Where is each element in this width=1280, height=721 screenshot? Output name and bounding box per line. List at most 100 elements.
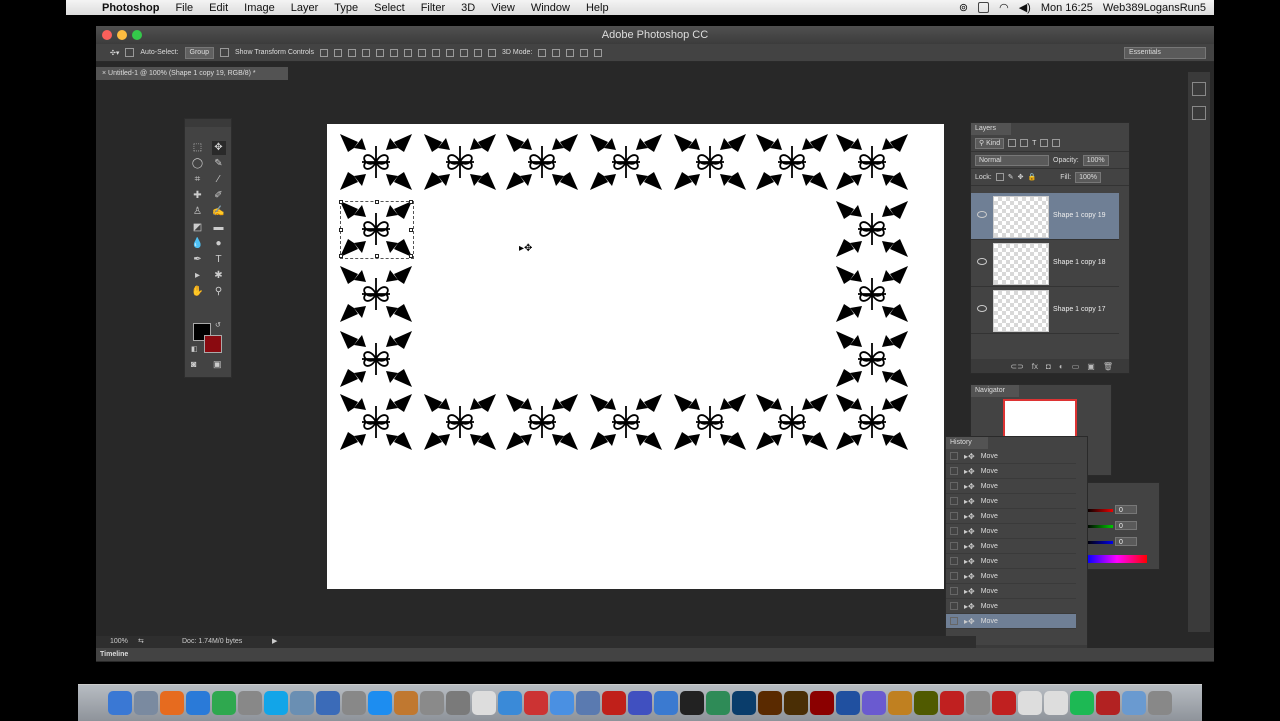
align-left-icon[interactable] bbox=[361, 48, 370, 57]
history-panel-icon[interactable] bbox=[1192, 82, 1206, 96]
tools-panel-header[interactable] bbox=[185, 119, 231, 127]
default-colors-icon[interactable]: ◧ bbox=[191, 345, 198, 353]
distribute-left-icon[interactable] bbox=[445, 48, 454, 57]
history-item[interactable]: ▸✥ Move bbox=[946, 599, 1076, 614]
visibility-eye-icon[interactable] bbox=[977, 258, 987, 265]
move-tool-icon[interactable]: ✥ bbox=[211, 141, 226, 155]
green-slider[interactable] bbox=[1087, 525, 1113, 528]
dock-photo-booth-icon[interactable] bbox=[238, 691, 262, 715]
dock-chrome-icon[interactable] bbox=[212, 691, 236, 715]
user-name[interactable]: Web389LogansRun5 bbox=[1103, 2, 1206, 14]
layers-tab[interactable]: Layers bbox=[971, 123, 1011, 135]
dock-doc-icon[interactable] bbox=[472, 691, 496, 715]
history-item[interactable]: ▸✥ Move bbox=[946, 494, 1076, 509]
dock-pencil-icon[interactable] bbox=[576, 691, 600, 715]
history-item[interactable]: ▸✥ Move bbox=[946, 554, 1076, 569]
distribute-right-icon[interactable] bbox=[473, 48, 482, 57]
layer-row[interactable]: Shape 1 copy 17 bbox=[971, 287, 1119, 334]
export-icon[interactable]: ⇆ bbox=[138, 636, 144, 648]
red-value[interactable]: 0 bbox=[1115, 505, 1137, 514]
history-item[interactable]: ▸✥ Move bbox=[946, 449, 1076, 464]
3d-slide-icon[interactable] bbox=[580, 48, 589, 57]
distribute-middle-icon[interactable] bbox=[417, 48, 426, 57]
filter-adjust-icon[interactable] bbox=[1020, 139, 1029, 147]
timeline-panel[interactable]: Timeline bbox=[96, 648, 1214, 661]
app-menu[interactable]: Photoshop bbox=[94, 2, 167, 14]
align-top-icon[interactable] bbox=[319, 48, 328, 57]
align-right-icon[interactable] bbox=[389, 48, 398, 57]
history-item[interactable]: ▸✥ Move bbox=[946, 614, 1076, 629]
dock-preview-icon[interactable] bbox=[290, 691, 314, 715]
layer-name[interactable]: Shape 1 copy 18 bbox=[1053, 259, 1106, 266]
history-item[interactable]: ▸✥ Move bbox=[946, 509, 1076, 524]
new-layer-icon[interactable]: ▣ bbox=[1087, 362, 1095, 371]
dock-safari-icon[interactable] bbox=[186, 691, 210, 715]
navigator-tab[interactable]: Navigator bbox=[971, 385, 1019, 397]
zoom-window-button[interactable] bbox=[132, 30, 142, 40]
layer-row[interactable]: Shape 1 copy 19 bbox=[971, 193, 1119, 240]
history-source-box[interactable] bbox=[950, 527, 958, 535]
history-item[interactable]: ▸✥ Move bbox=[946, 539, 1076, 554]
history-source-box[interactable] bbox=[950, 557, 958, 565]
3d-rotate-icon[interactable] bbox=[538, 48, 547, 57]
green-value[interactable]: 0 bbox=[1115, 521, 1137, 530]
dock-preview2-icon[interactable] bbox=[966, 691, 990, 715]
lock-position-icon[interactable]: ✥ bbox=[1018, 173, 1024, 181]
history-source-box[interactable] bbox=[950, 587, 958, 595]
add-mask-icon[interactable]: ◘ bbox=[1046, 362, 1051, 371]
lasso-tool-icon[interactable]: ◯ bbox=[191, 157, 205, 171]
volume-icon[interactable]: ◀) bbox=[1019, 1, 1031, 14]
adjustment-layer-icon[interactable]: ◐ bbox=[1059, 362, 1064, 371]
dock-xcode-icon[interactable] bbox=[316, 691, 340, 715]
dock-safari2-icon[interactable] bbox=[498, 691, 522, 715]
properties-panel-icon[interactable] bbox=[1192, 106, 1206, 120]
history-source-box[interactable] bbox=[950, 542, 958, 550]
dock-skype-icon[interactable] bbox=[264, 691, 288, 715]
dock-kindle-icon[interactable] bbox=[680, 691, 704, 715]
dock-script-icon[interactable] bbox=[446, 691, 470, 715]
layer-name[interactable]: Shape 1 copy 19 bbox=[1053, 212, 1106, 219]
crop-tool-icon[interactable]: ⌗ bbox=[191, 173, 205, 187]
history-source-box[interactable] bbox=[950, 467, 958, 475]
delete-layer-icon[interactable]: 🗑 bbox=[1103, 362, 1113, 371]
dock-firefox-icon[interactable] bbox=[160, 691, 184, 715]
navigator-preview[interactable] bbox=[1003, 399, 1077, 439]
creative-cloud-icon[interactable]: ⊚ bbox=[959, 1, 968, 14]
layer-style-icon[interactable]: fx bbox=[1032, 362, 1038, 371]
dock-camera-icon[interactable] bbox=[524, 691, 548, 715]
history-item[interactable]: ▸✥ Move bbox=[946, 464, 1076, 479]
close-window-button[interactable] bbox=[102, 30, 112, 40]
menu-image[interactable]: Image bbox=[236, 2, 283, 14]
auto-align-icon[interactable] bbox=[487, 48, 496, 57]
quick-select-tool-icon[interactable]: ✎ bbox=[212, 157, 226, 171]
dock-spotify-icon[interactable] bbox=[1070, 691, 1094, 715]
menu-window[interactable]: Window bbox=[523, 2, 578, 14]
dock-garage-icon[interactable] bbox=[394, 691, 418, 715]
menu-3d[interactable]: 3D bbox=[453, 2, 483, 14]
lock-image-icon[interactable]: ✎ bbox=[1008, 173, 1014, 181]
menu-view[interactable]: View bbox=[483, 2, 523, 14]
visibility-eye-icon[interactable] bbox=[977, 305, 987, 312]
clock[interactable]: Mon 16:25 bbox=[1041, 2, 1093, 14]
align-bottom-icon[interactable] bbox=[347, 48, 356, 57]
lock-transparent-icon[interactable] bbox=[995, 173, 1004, 181]
dock-launchpad-icon[interactable] bbox=[134, 691, 158, 715]
dock-trash-icon[interactable] bbox=[1148, 691, 1172, 715]
menu-file[interactable]: File bbox=[167, 2, 201, 14]
lock-all-icon[interactable]: 🔒 bbox=[1027, 173, 1036, 181]
zoom-level[interactable]: 100% bbox=[110, 636, 128, 648]
layer-filter-dropdown[interactable]: ⚲ Kind bbox=[975, 137, 1005, 149]
history-source-box[interactable] bbox=[950, 497, 958, 505]
layer-row[interactable]: Shape 1 copy 18 bbox=[971, 240, 1119, 287]
new-group-icon[interactable]: ▭ bbox=[1072, 362, 1080, 371]
visibility-eye-icon[interactable] bbox=[977, 211, 987, 218]
dock-pages-icon[interactable] bbox=[1044, 691, 1068, 715]
clone-stamp-tool-icon[interactable]: ♙ bbox=[191, 205, 205, 219]
workspace-dropdown[interactable]: Essentials bbox=[1124, 46, 1206, 59]
distribute-center-icon[interactable] bbox=[459, 48, 468, 57]
history-item[interactable]: ▸✥ Move bbox=[946, 524, 1076, 539]
menu-filter[interactable]: Filter bbox=[413, 2, 453, 14]
dock-textedit-icon[interactable] bbox=[1018, 691, 1042, 715]
screen-mode-icon[interactable]: ▣ bbox=[213, 359, 222, 370]
type-tool-icon[interactable]: T bbox=[212, 253, 226, 267]
